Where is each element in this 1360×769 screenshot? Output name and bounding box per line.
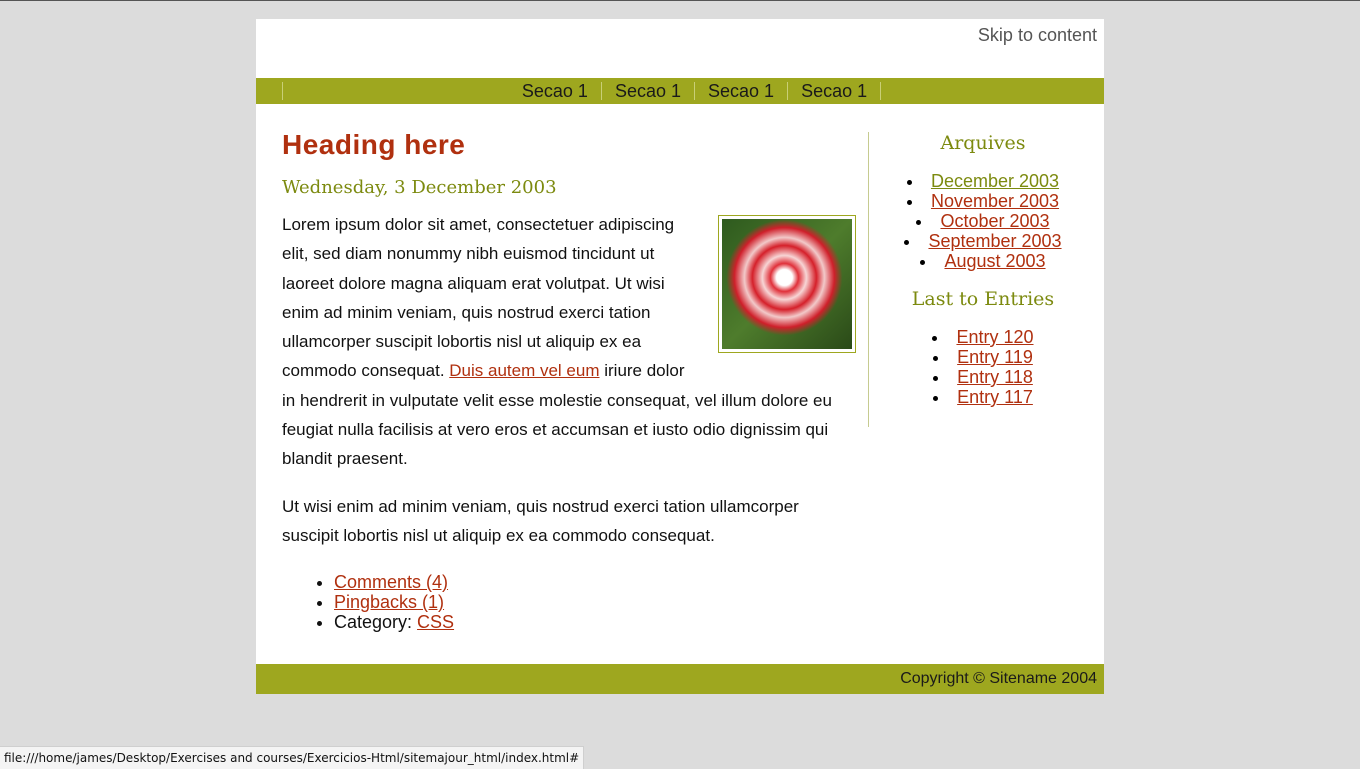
nav-item-secao-3[interactable]: Secao 1	[695, 82, 789, 100]
archive-item: August 2003	[869, 251, 1097, 271]
entry-link-120[interactable]: Entry 120	[956, 327, 1033, 347]
window-top-border	[0, 0, 1360, 1]
archive-link-august-2003[interactable]: August 2003	[944, 251, 1045, 271]
entries-list: Entry 120 Entry 119 Entry 118 Entry 117	[869, 327, 1097, 407]
entry-link-119[interactable]: Entry 119	[957, 347, 1033, 367]
comments-link[interactable]: Comments (4)	[334, 572, 448, 592]
archive-link-november-2003[interactable]: November 2003	[931, 191, 1059, 211]
post-meta-list: Comments (4) Pingbacks (1) Category: CSS	[282, 572, 454, 632]
inline-link[interactable]: Duis autem vel eum	[449, 361, 599, 380]
post-date: Wednesday, 3 December 2003	[282, 177, 557, 198]
list-item: Pingbacks (1)	[334, 592, 454, 612]
archives-list: December 2003 November 2003 October 2003…	[869, 171, 1097, 271]
entry-item: Entry 118	[869, 367, 1097, 387]
archives-title: Arquives	[940, 132, 1026, 154]
list-item: Category: CSS	[334, 612, 454, 632]
page-container: Skip to content Secao 1 Secao 1 Secao 1 …	[256, 19, 1104, 694]
post-body: Lorem ipsum dolor sit amet, consectetuer…	[282, 210, 856, 568]
entries-title: Last to Entries	[911, 288, 1055, 310]
entry-item: Entry 120	[869, 327, 1097, 347]
paragraph-1-text: Lorem ipsum dolor sit amet, consectetuer…	[282, 215, 675, 381]
entry-link-117[interactable]: Entry 117	[957, 387, 1033, 407]
nav-items: Secao 1 Secao 1 Secao 1 Secao 1	[256, 78, 1104, 104]
pingbacks-link[interactable]: Pingbacks (1)	[334, 592, 444, 612]
archive-link-october-2003[interactable]: October 2003	[940, 211, 1049, 231]
post-paragraph-2: Ut wisi enim ad minim veniam, quis nostr…	[282, 496, 799, 545]
archive-item: December 2003	[869, 171, 1097, 191]
archive-link-december-2003[interactable]: December 2003	[931, 171, 1059, 191]
category-label: Category:	[334, 612, 418, 632]
nav-item-secao-2[interactable]: Secao 1	[602, 82, 695, 100]
copyright-text: Copyright © Sitename 2004	[900, 670, 1097, 687]
browser-status-bar: file:///home/james/Desktop/Exercises and…	[0, 746, 585, 769]
nav-item-secao-4[interactable]: Secao 1	[788, 82, 882, 100]
nav-item-secao-1[interactable]: Secao 1	[509, 82, 602, 100]
entry-link-118[interactable]: Entry 118	[957, 367, 1033, 387]
archive-item: November 2003	[869, 191, 1097, 211]
nav-bar: Secao 1 Secao 1 Secao 1 Secao 1	[256, 78, 1104, 104]
rose-photo-frame	[718, 215, 856, 353]
main-content: Heading here Wednesday, 3 December 2003 …	[282, 129, 856, 632]
post-paragraph-1: Lorem ipsum dolor sit amet, consectetuer…	[282, 210, 856, 474]
list-item: Comments (4)	[334, 572, 454, 592]
archive-item: September 2003	[869, 231, 1097, 251]
footer-bar: Copyright © Sitename 2004	[256, 664, 1104, 694]
entry-item: Entry 117	[869, 387, 1097, 407]
archive-item: October 2003	[869, 211, 1097, 231]
post-heading: Heading here	[282, 129, 466, 160]
sidebar: Arquives December 2003 November 2003 Oct…	[869, 131, 1097, 407]
entry-item: Entry 119	[869, 347, 1097, 367]
rose-image	[722, 219, 852, 349]
archive-link-september-2003[interactable]: September 2003	[928, 231, 1061, 251]
category-link[interactable]: CSS	[417, 612, 454, 632]
skip-to-content-link[interactable]: Skip to content	[978, 25, 1097, 46]
